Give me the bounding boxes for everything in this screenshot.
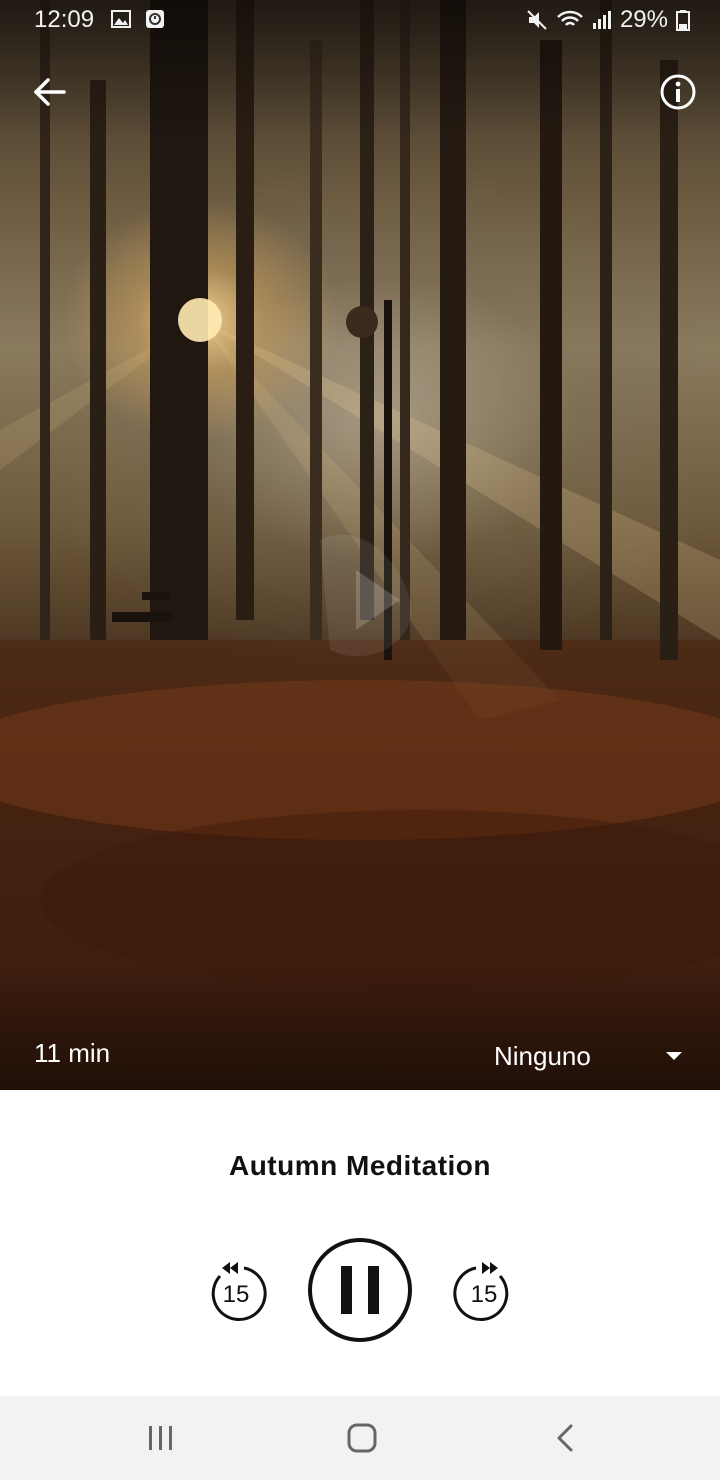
recents-button[interactable] [146, 1424, 176, 1452]
rewind-15-button[interactable]: 15 [200, 1256, 272, 1328]
system-back-button[interactable] [554, 1422, 576, 1454]
home-icon [347, 1423, 377, 1453]
status-time: 12:09 [34, 6, 95, 33]
clock-app-icon [146, 10, 164, 28]
rewind-seconds-label: 15 [223, 1281, 250, 1308]
signal-icon [592, 11, 611, 29]
sound-select-value: Ninguno [494, 1040, 591, 1071]
recents-icon [149, 1426, 172, 1450]
back-button[interactable] [28, 70, 72, 114]
track-title: Autumn Meditation [228, 1150, 492, 1181]
wifi-icon [557, 10, 583, 26]
battery-icon [676, 10, 690, 31]
player-panel: Autumn Meditation 15 15 [0, 1090, 720, 1396]
system-nav-bar [0, 1396, 720, 1480]
info-icon [660, 74, 696, 110]
forward-15-button[interactable]: 15 [448, 1256, 520, 1328]
chevron-down-icon [666, 1052, 682, 1060]
arrow-left-icon [34, 78, 66, 106]
rewind-15-icon: 15 [211, 1262, 267, 1321]
battery-percent: 29% [619, 6, 668, 33]
status-bar: 12:09 29% [0, 0, 720, 40]
forward-15-icon: 15 [453, 1262, 509, 1321]
status-icons-left [110, 8, 166, 30]
status-icons-right: 29% [526, 6, 690, 34]
duration-label: 11 min [34, 1038, 111, 1068]
hero-image: 11 min Ninguno [0, 0, 720, 1090]
play-overlay-icon[interactable] [300, 520, 440, 680]
chevron-left-icon [557, 1424, 573, 1452]
background-sound-dropdown[interactable]: Ninguno [494, 1036, 684, 1076]
forward-seconds-label: 15 [471, 1281, 498, 1308]
mute-icon [527, 10, 547, 30]
image-icon [111, 10, 131, 28]
info-button[interactable] [656, 70, 700, 114]
pause-button[interactable] [306, 1236, 414, 1344]
home-button[interactable] [346, 1422, 378, 1454]
pause-icon [308, 1238, 412, 1342]
